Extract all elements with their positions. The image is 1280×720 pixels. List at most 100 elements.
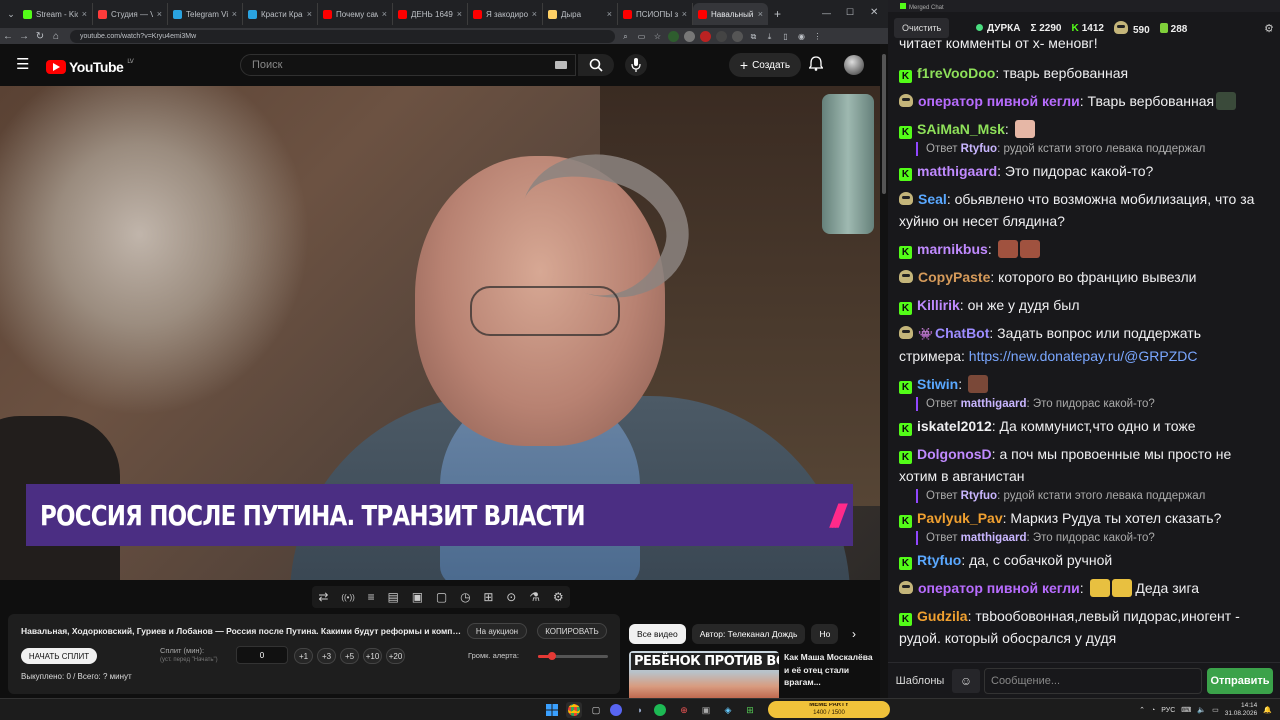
extension-icon[interactable] bbox=[732, 30, 743, 42]
network-icon[interactable]: ⌨ bbox=[1181, 706, 1191, 714]
filter-chip[interactable]: Автор: Телеканал Дождь bbox=[691, 624, 806, 644]
hamburger-menu-icon[interactable]: ☰ bbox=[16, 55, 29, 73]
sidepanel-icon[interactable]: ▯ bbox=[780, 31, 791, 42]
split-minutes-input[interactable]: 0 bbox=[236, 646, 288, 664]
spotify-icon[interactable] bbox=[654, 704, 666, 716]
chat-scrollbar[interactable] bbox=[1272, 28, 1280, 660]
tab-close-icon[interactable]: × bbox=[607, 9, 612, 19]
chat-message-input[interactable]: Сообщение... bbox=[984, 668, 1202, 694]
battery-icon[interactable]: ▭ bbox=[1212, 706, 1219, 714]
split-step-button[interactable]: +20 bbox=[386, 648, 405, 664]
extensions-puzzle-icon[interactable]: ⧉ bbox=[748, 31, 759, 42]
filter-chip[interactable]: Но bbox=[811, 624, 839, 644]
app-icon[interactable]: ◈ bbox=[720, 702, 736, 718]
split-step-button[interactable]: +1 bbox=[294, 648, 313, 664]
chat-username[interactable]: DolgonosD bbox=[917, 446, 992, 462]
tab-close-icon[interactable]: × bbox=[82, 9, 87, 19]
copy-button[interactable]: КОПИРОВАТЬ bbox=[537, 623, 607, 639]
tray-app-icon[interactable]: ◔ bbox=[1151, 707, 1155, 714]
app-icon[interactable]: ▣ bbox=[698, 702, 714, 718]
tab-close-icon[interactable]: × bbox=[758, 9, 763, 19]
voice-search-button[interactable] bbox=[625, 54, 647, 76]
split-step-button[interactable]: +10 bbox=[363, 648, 382, 664]
speed-icon[interactable]: ◷ bbox=[460, 590, 470, 604]
chat-username[interactable]: оператор пивной кегли bbox=[918, 93, 1080, 109]
page-scrollbar-thumb[interactable] bbox=[882, 54, 886, 194]
chips-next-chevron-icon[interactable]: › bbox=[846, 624, 862, 644]
browser-tab[interactable]: Stream - Kick × bbox=[18, 3, 93, 25]
chat-username[interactable]: Gudzila bbox=[917, 608, 968, 624]
tab-close-icon[interactable]: × bbox=[307, 9, 312, 19]
notifications-bell-icon[interactable] bbox=[808, 56, 824, 74]
browser-tab[interactable]: ПСИОПЫ зап × bbox=[618, 3, 693, 25]
extension-icon[interactable] bbox=[700, 30, 711, 42]
files-icon[interactable]: ▢ bbox=[588, 702, 604, 718]
profile-icon[interactable]: ◉ bbox=[796, 31, 807, 42]
chrome-icon[interactable] bbox=[566, 702, 582, 718]
chat-username[interactable]: Rtyfuo bbox=[917, 552, 961, 568]
browser-tab[interactable]: Студия — VK × bbox=[93, 3, 168, 25]
chat-username[interactable]: ChatBot bbox=[935, 325, 989, 341]
templates-button[interactable]: Шаблоны bbox=[892, 669, 948, 693]
chat-username[interactable]: matthigaard bbox=[917, 163, 997, 179]
send-button[interactable]: Отправить bbox=[1207, 668, 1273, 694]
youtube-logo[interactable]: YouTube LV bbox=[46, 59, 134, 75]
alert-volume-knob[interactable] bbox=[548, 652, 556, 660]
home-icon[interactable]: ⌂ bbox=[48, 31, 64, 42]
minimize-icon[interactable]: — bbox=[822, 8, 831, 18]
queue-icon[interactable]: ≡ bbox=[368, 590, 375, 604]
filter-chip[interactable]: Все видео bbox=[629, 624, 686, 644]
split-step-button[interactable]: +3 bbox=[317, 648, 336, 664]
discord-icon[interactable] bbox=[610, 704, 622, 716]
split-step-button[interactable]: +5 bbox=[340, 648, 359, 664]
search-button[interactable] bbox=[578, 54, 614, 76]
related-video-title[interactable]: Как Маша Москалёва и её отец стали врага… bbox=[784, 651, 880, 689]
chat-link[interactable]: https://new.donatepay.ru/@GRPZDC bbox=[969, 348, 1198, 364]
extension-icon[interactable] bbox=[684, 30, 695, 42]
broadcast-icon[interactable]: ((•)) bbox=[341, 593, 354, 602]
addscreen-icon[interactable]: ⊞ bbox=[483, 590, 493, 604]
reload-icon[interactable]: ↻ bbox=[32, 31, 48, 42]
volume-icon[interactable]: 🔈 bbox=[1197, 706, 1206, 714]
browser-tab[interactable]: Почему самы × bbox=[318, 3, 393, 25]
clock[interactable]: 14:14 31.08.2026 bbox=[1225, 702, 1258, 718]
lab-icon[interactable]: ⚗ bbox=[529, 590, 540, 604]
auction-button[interactable]: На аукцион bbox=[467, 623, 527, 639]
keyboard-language[interactable]: РУС bbox=[1161, 707, 1175, 714]
tab-close-icon[interactable]: × bbox=[382, 9, 387, 19]
related-video-thumbnail[interactable]: РЕБЁНОК ПРОТИВ ВОЙНЫ bbox=[629, 651, 779, 698]
start-icon[interactable] bbox=[544, 702, 560, 718]
tab-close-icon[interactable]: × bbox=[682, 9, 687, 19]
extension-icon[interactable] bbox=[716, 30, 727, 42]
keyboard-icon[interactable] bbox=[555, 61, 567, 69]
chat-username[interactable]: Seal bbox=[918, 191, 947, 207]
tab-close-icon[interactable]: × bbox=[532, 9, 537, 19]
cast-icon[interactable]: ▭ bbox=[636, 31, 647, 42]
new-tab-button[interactable]: + bbox=[774, 7, 781, 21]
settings-icon[interactable]: ⚙ bbox=[553, 590, 564, 604]
loop-icon[interactable]: ⇄ bbox=[318, 590, 328, 604]
start-split-button[interactable]: НАЧАТЬ СПЛИТ bbox=[21, 648, 97, 664]
download-icon[interactable]: ⤓ bbox=[764, 31, 775, 42]
search-input[interactable]: Поиск bbox=[240, 54, 576, 76]
zoom-icon[interactable]: ⌕ bbox=[620, 31, 631, 42]
browser-tab[interactable]: ДЕНЬ 1649. П × bbox=[393, 3, 468, 25]
tab-close-icon[interactable]: × bbox=[232, 9, 237, 19]
video-player[interactable]: РОССИЯ ПОСЛЕ ПУТИНА. ТРАНЗИТ ВЛАСТИ /// bbox=[0, 86, 880, 580]
alert-volume-slider[interactable] bbox=[538, 652, 608, 660]
chat-username[interactable]: iskatel2012 bbox=[917, 418, 992, 434]
chat-username[interactable]: Pavlyuk_Pav bbox=[917, 510, 1003, 526]
tray-chevron-icon[interactable]: ⌃ bbox=[1139, 706, 1145, 714]
browser-tab[interactable]: Дыра × bbox=[543, 3, 618, 25]
maximize-icon[interactable]: ☐ bbox=[846, 7, 854, 18]
steam-icon[interactable]: ◗ bbox=[632, 702, 648, 718]
chat-username[interactable]: marnikbus bbox=[917, 241, 988, 257]
back-icon[interactable]: ← bbox=[0, 31, 16, 42]
tab-close-icon[interactable]: × bbox=[157, 9, 162, 19]
url-field[interactable]: youtube.com/watch?v=Kryu4emi3Mw bbox=[70, 29, 615, 43]
browser-tab[interactable]: Telegram Vie × bbox=[168, 3, 243, 25]
chat-username[interactable]: Killirik bbox=[917, 297, 960, 313]
browser-tab[interactable]: Красти Краб × bbox=[243, 3, 318, 25]
account-avatar[interactable] bbox=[844, 55, 864, 75]
clapper-icon[interactable]: ▤ bbox=[388, 590, 399, 604]
